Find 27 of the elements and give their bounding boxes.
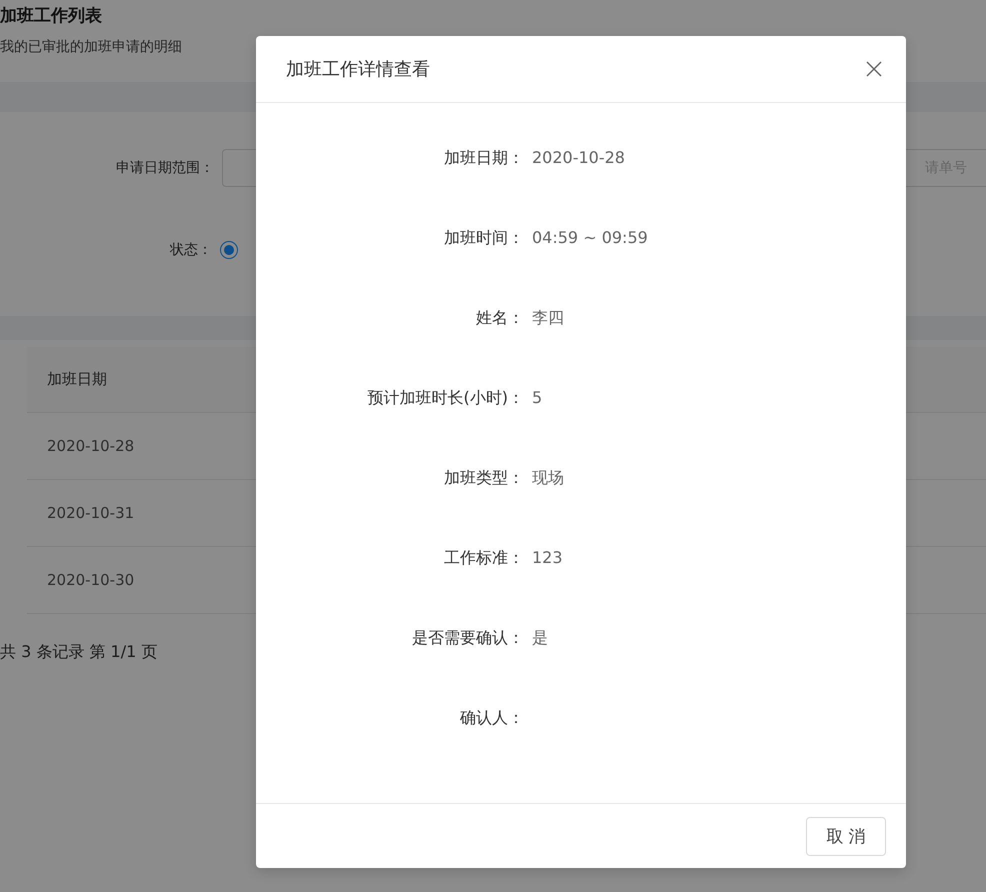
field-label: 工作标准： <box>443 548 524 569</box>
field-value: 04:59 ~ 09:59 <box>532 228 648 247</box>
field-label: 申请日期范围： <box>115 159 214 177</box>
field-value: 现场 <box>532 468 564 489</box>
field-value: 123 <box>532 548 563 567</box>
field-label: 加班类型： <box>443 468 524 489</box>
field-label: 确认人： <box>459 708 524 729</box>
field-value: 5 <box>532 388 542 407</box>
table-cell: 2020-10-30 <box>47 571 134 589</box>
table-cell: 2020-10-28 <box>47 437 134 455</box>
close-icon[interactable] <box>866 61 882 77</box>
field-label: 是否需要确认： <box>411 628 524 649</box>
dialog-title: 加班工作详情查看 <box>286 58 430 81</box>
cancel-button[interactable]: 取 消 <box>806 816 886 856</box>
field-label: 加班时间： <box>443 228 524 249</box>
field-label: 预计加班时长(小时)： <box>366 388 524 409</box>
page-subtitle: 我的已审批的加班申请的明细 <box>0 38 182 57</box>
table-cell: 2020-10-31 <box>47 504 134 522</box>
field-label: 加班日期： <box>443 148 524 169</box>
pagination-info: 共 3 条记录 第 1/1 页 <box>0 642 158 663</box>
field-value: 是 <box>532 628 548 649</box>
field-label: 状态： <box>169 241 212 259</box>
radio-button[interactable] <box>220 241 238 259</box>
field-value: 2020-10-28 <box>532 148 625 167</box>
field-label: 姓名： <box>475 308 524 329</box>
field-value: 李四 <box>532 308 564 329</box>
column-header: 加班日期 <box>47 370 107 389</box>
